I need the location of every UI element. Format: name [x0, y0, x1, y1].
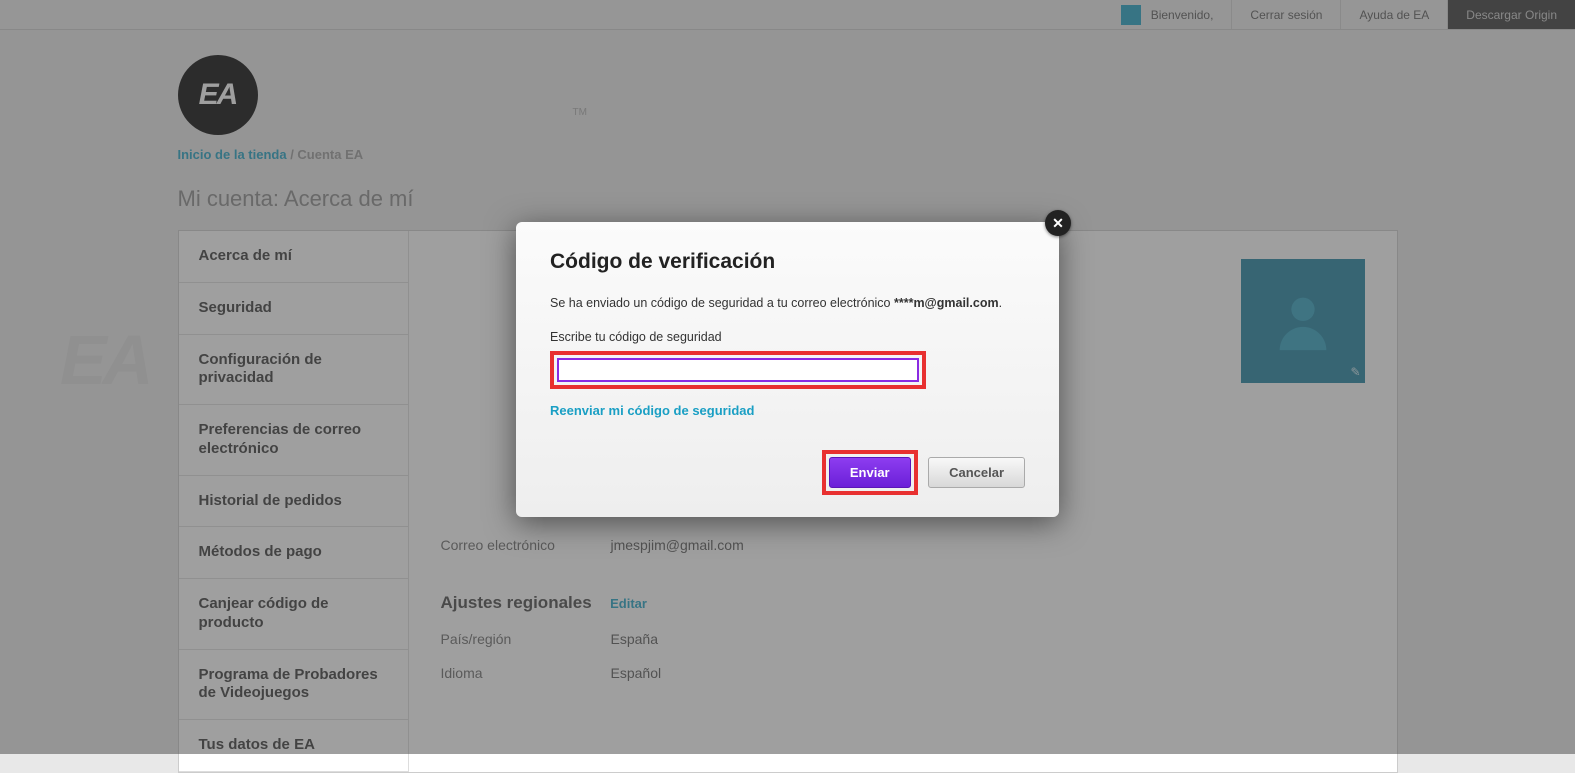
- modal-overlay: ✕ Código de verificación Se ha enviado u…: [0, 0, 1575, 754]
- close-icon[interactable]: ✕: [1045, 210, 1071, 236]
- cancel-button[interactable]: Cancelar: [928, 457, 1025, 488]
- modal-message: Se ha enviado un código de seguridad a t…: [550, 296, 1025, 310]
- verification-modal: ✕ Código de verificación Se ha enviado u…: [516, 222, 1059, 517]
- modal-title: Código de verificación: [550, 250, 1025, 274]
- send-button[interactable]: Enviar: [829, 457, 911, 488]
- send-button-highlight: Enviar: [822, 450, 918, 495]
- code-input-highlight: [550, 351, 926, 389]
- resend-code-link[interactable]: Reenviar mi código de seguridad: [550, 403, 754, 418]
- code-input-label: Escribe tu código de seguridad: [550, 330, 1025, 344]
- code-input[interactable]: [557, 358, 919, 382]
